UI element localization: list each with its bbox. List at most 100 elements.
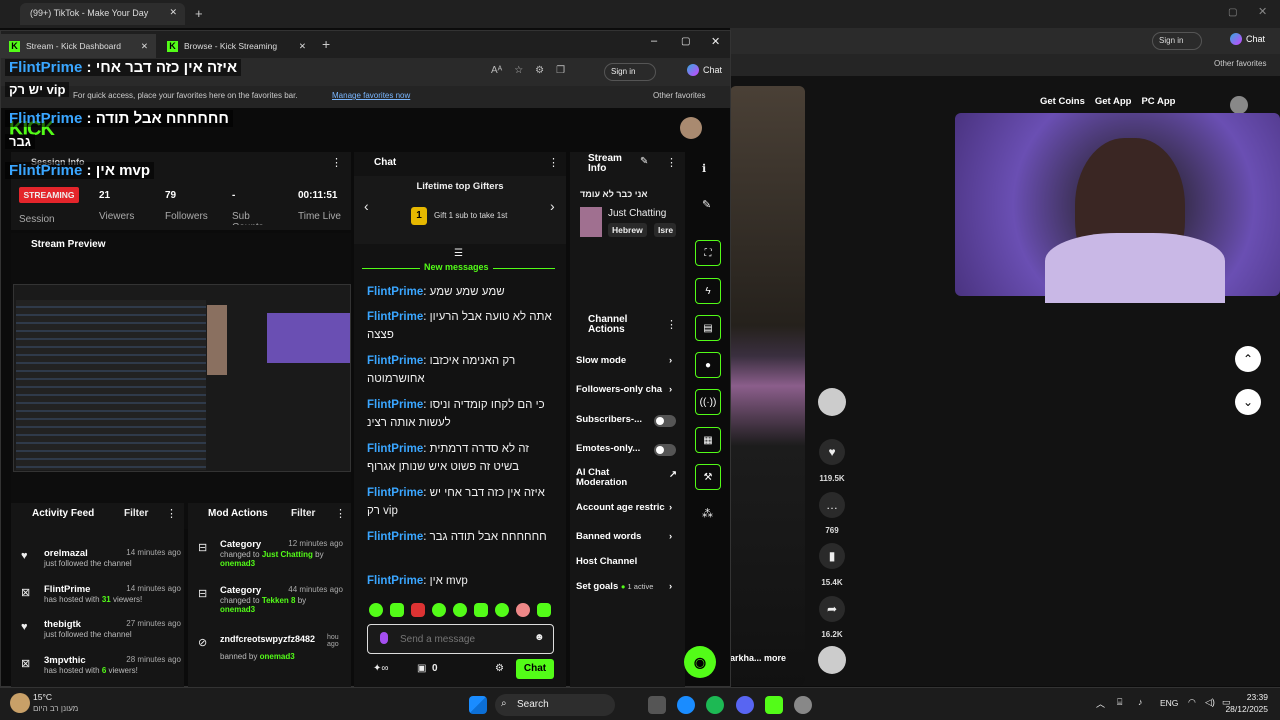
user-avatar[interactable] (680, 117, 702, 139)
discord-icon[interactable] (736, 696, 754, 714)
close-icon[interactable]: ✕ (169, 7, 177, 18)
obs-icon[interactable] (794, 696, 812, 714)
pc-app-link[interactable]: PC App (1141, 96, 1175, 107)
other-favorites[interactable]: Other favorites (653, 91, 705, 100)
chat-message[interactable]: FlintPrime: אתה לא טועה אבל הרעיון פצצה (367, 308, 557, 344)
followers-only-action[interactable]: Followers-only cha › (576, 384, 676, 395)
get-app-link[interactable]: Get App (1095, 96, 1132, 107)
chat-username[interactable]: FlintPrime (367, 399, 423, 411)
read-aloud-icon[interactable]: Aᴬ (491, 65, 502, 76)
spotify-icon[interactable] (706, 696, 724, 714)
more-icon[interactable]: ⋮ (666, 318, 677, 331)
emote-icon[interactable] (495, 603, 509, 617)
emote-icon[interactable] (369, 603, 383, 617)
copilot-chat-button[interactable]: Chat (687, 64, 722, 76)
scroll-down-icon[interactable]: ⌄ (1235, 389, 1261, 415)
subscribers-only-action[interactable]: Subscribers-... (576, 414, 676, 427)
more-icon[interactable]: ⋮ (331, 156, 342, 169)
clip-button[interactable]: ⛶ (695, 240, 721, 266)
chat-input[interactable]: ☻ (367, 624, 554, 654)
emote-icon[interactable] (516, 603, 530, 617)
kick-icon[interactable] (765, 696, 783, 714)
send-chat-button[interactable]: Chat (516, 659, 554, 679)
comment-icon[interactable]: … (819, 492, 845, 518)
pinned-icon[interactable]: ☰ (454, 248, 463, 259)
more-icon[interactable]: ⋮ (548, 156, 559, 169)
account-age-action[interactable]: Account age restric › (576, 502, 676, 513)
close-icon[interactable]: ✕ (299, 41, 306, 52)
manage-favorites-link[interactable]: Manage favorites now (332, 91, 410, 100)
close-icon[interactable]: ✕ (141, 41, 148, 52)
chevron-up-icon[interactable]: ︿ (1096, 697, 1105, 710)
video-caption[interactable]: arkha... more (730, 653, 786, 663)
new-tab-icon[interactable]: + (322, 36, 330, 52)
emote-icon[interactable] (411, 603, 425, 617)
broadcast-button[interactable]: ((·)) (695, 389, 721, 415)
support-headset-icon[interactable]: ◉ (684, 646, 716, 678)
chat-message[interactable]: FlintPrime: רק האנימה איכזבו אחושרמוטה (367, 352, 557, 388)
tab-kick-browse[interactable]: K Browse - Kick Streaming ✕ (159, 34, 314, 58)
maximize-icon[interactable]: ▢ (1228, 7, 1237, 18)
chat-username[interactable]: FlintPrime (367, 355, 423, 367)
edit-icon[interactable]: ✎ (640, 156, 648, 167)
bolt-button[interactable]: ϟ (695, 278, 721, 304)
microphone-icon[interactable] (380, 632, 388, 644)
list-item[interactable]: ⊘ zndfcreotswpyzfz8482 banned by onemad3 … (198, 634, 343, 661)
gift-icon[interactable]: ▣ (417, 663, 426, 674)
tag-isre[interactable]: Isre (654, 223, 676, 237)
chevron-right-icon[interactable]: › (550, 198, 555, 214)
collections-icon[interactable]: ❐ (556, 65, 565, 76)
list-item[interactable]: ⊟ Category changed to Just Chatting by on… (198, 539, 343, 568)
info-icon[interactable]: ℹ (702, 162, 706, 175)
chat-message[interactable]: FlintPrime: זה לא סדרה דרמתית בשיט זה פש… (367, 440, 557, 476)
chat-message[interactable]: FlintPrime: חחחחחח אבל תודה גבר (367, 528, 557, 546)
chat-username[interactable]: FlintPrime (367, 487, 423, 499)
bg-signin-button[interactable]: Sign in (1152, 32, 1202, 50)
chat-message[interactable]: FlintPrime: איזה אין כזה דבר אחי יש רק v… (367, 484, 557, 520)
list-item[interactable]: ♥ thebigtk just followed the channel 27 m… (21, 619, 181, 639)
mic-icon[interactable]: ♪ (1138, 697, 1143, 707)
chat-username[interactable]: FlintPrime (367, 311, 423, 323)
close-window-icon[interactable]: ✕ (1258, 5, 1267, 18)
minimize-icon[interactable]: – (651, 35, 657, 47)
bookmark-icon[interactable]: ▮ (819, 543, 845, 569)
settings-gear-icon[interactable]: ⚙ (495, 663, 504, 674)
emote-icon[interactable] (474, 603, 488, 617)
weather-temp[interactable]: 15°C (33, 692, 52, 702)
category-name[interactable]: Just Chatting (608, 208, 666, 219)
tiktok-tab[interactable]: (99+) TikTok - Make Your Day ✕ (20, 3, 185, 25)
more-icon[interactable]: ⋮ (666, 156, 677, 169)
emote-icon[interactable] (432, 603, 446, 617)
task-view-icon[interactable] (648, 696, 666, 714)
message-field[interactable] (400, 630, 530, 648)
emote-icon[interactable] (537, 603, 551, 617)
gift-text[interactable]: Gift 1 sub to take 1st (434, 211, 507, 220)
favorite-star-icon[interactable]: ☆ (514, 65, 523, 76)
apps-icon[interactable]: ⁂ (702, 507, 713, 520)
more-icon[interactable]: ⋮ (166, 507, 177, 520)
bg-copilot-button[interactable]: Chat (1230, 33, 1265, 45)
emote-icon[interactable] (453, 603, 467, 617)
pencil-icon[interactable]: ✎ (702, 198, 711, 211)
slow-mode-action[interactable]: Slow mode › (576, 355, 676, 366)
wrench-button[interactable]: ⚒ (695, 464, 721, 490)
taskbar-search[interactable]: ⌕ Search (495, 694, 615, 716)
get-coins-link[interactable]: Get Coins (1040, 96, 1085, 107)
chat-message[interactable]: FlintPrime: כי הם לקחו קומדיה וניסו לעשו… (367, 396, 557, 432)
chat-message[interactable]: FlintPrime: אין mvp (367, 572, 557, 590)
close-window-icon[interactable]: ✕ (711, 35, 720, 48)
ai-moderation-action[interactable]: AI Chat Moderation ↗ (576, 468, 677, 488)
emote-icon[interactable] (390, 603, 404, 617)
list-item[interactable]: ♥ orelmazal just followed the channel 14 … (21, 548, 181, 568)
clock-date[interactable]: 28/12/2025 (1218, 704, 1268, 714)
emotes-toggle[interactable] (654, 444, 676, 456)
edge-icon[interactable] (677, 696, 695, 714)
chat-username[interactable]: FlintPrime (367, 443, 423, 455)
share-icon[interactable]: ➦ (819, 596, 845, 622)
wifi-icon[interactable]: ◠ (1188, 697, 1196, 708)
bg-other-favorites[interactable]: Other favorites (1214, 59, 1266, 68)
volume-icon[interactable]: ◁) (1205, 697, 1215, 708)
maximize-icon[interactable]: ▢ (681, 36, 690, 47)
emotes-only-action[interactable]: Emotes-only... (576, 443, 676, 456)
chat-username[interactable]: FlintPrime (367, 286, 423, 298)
